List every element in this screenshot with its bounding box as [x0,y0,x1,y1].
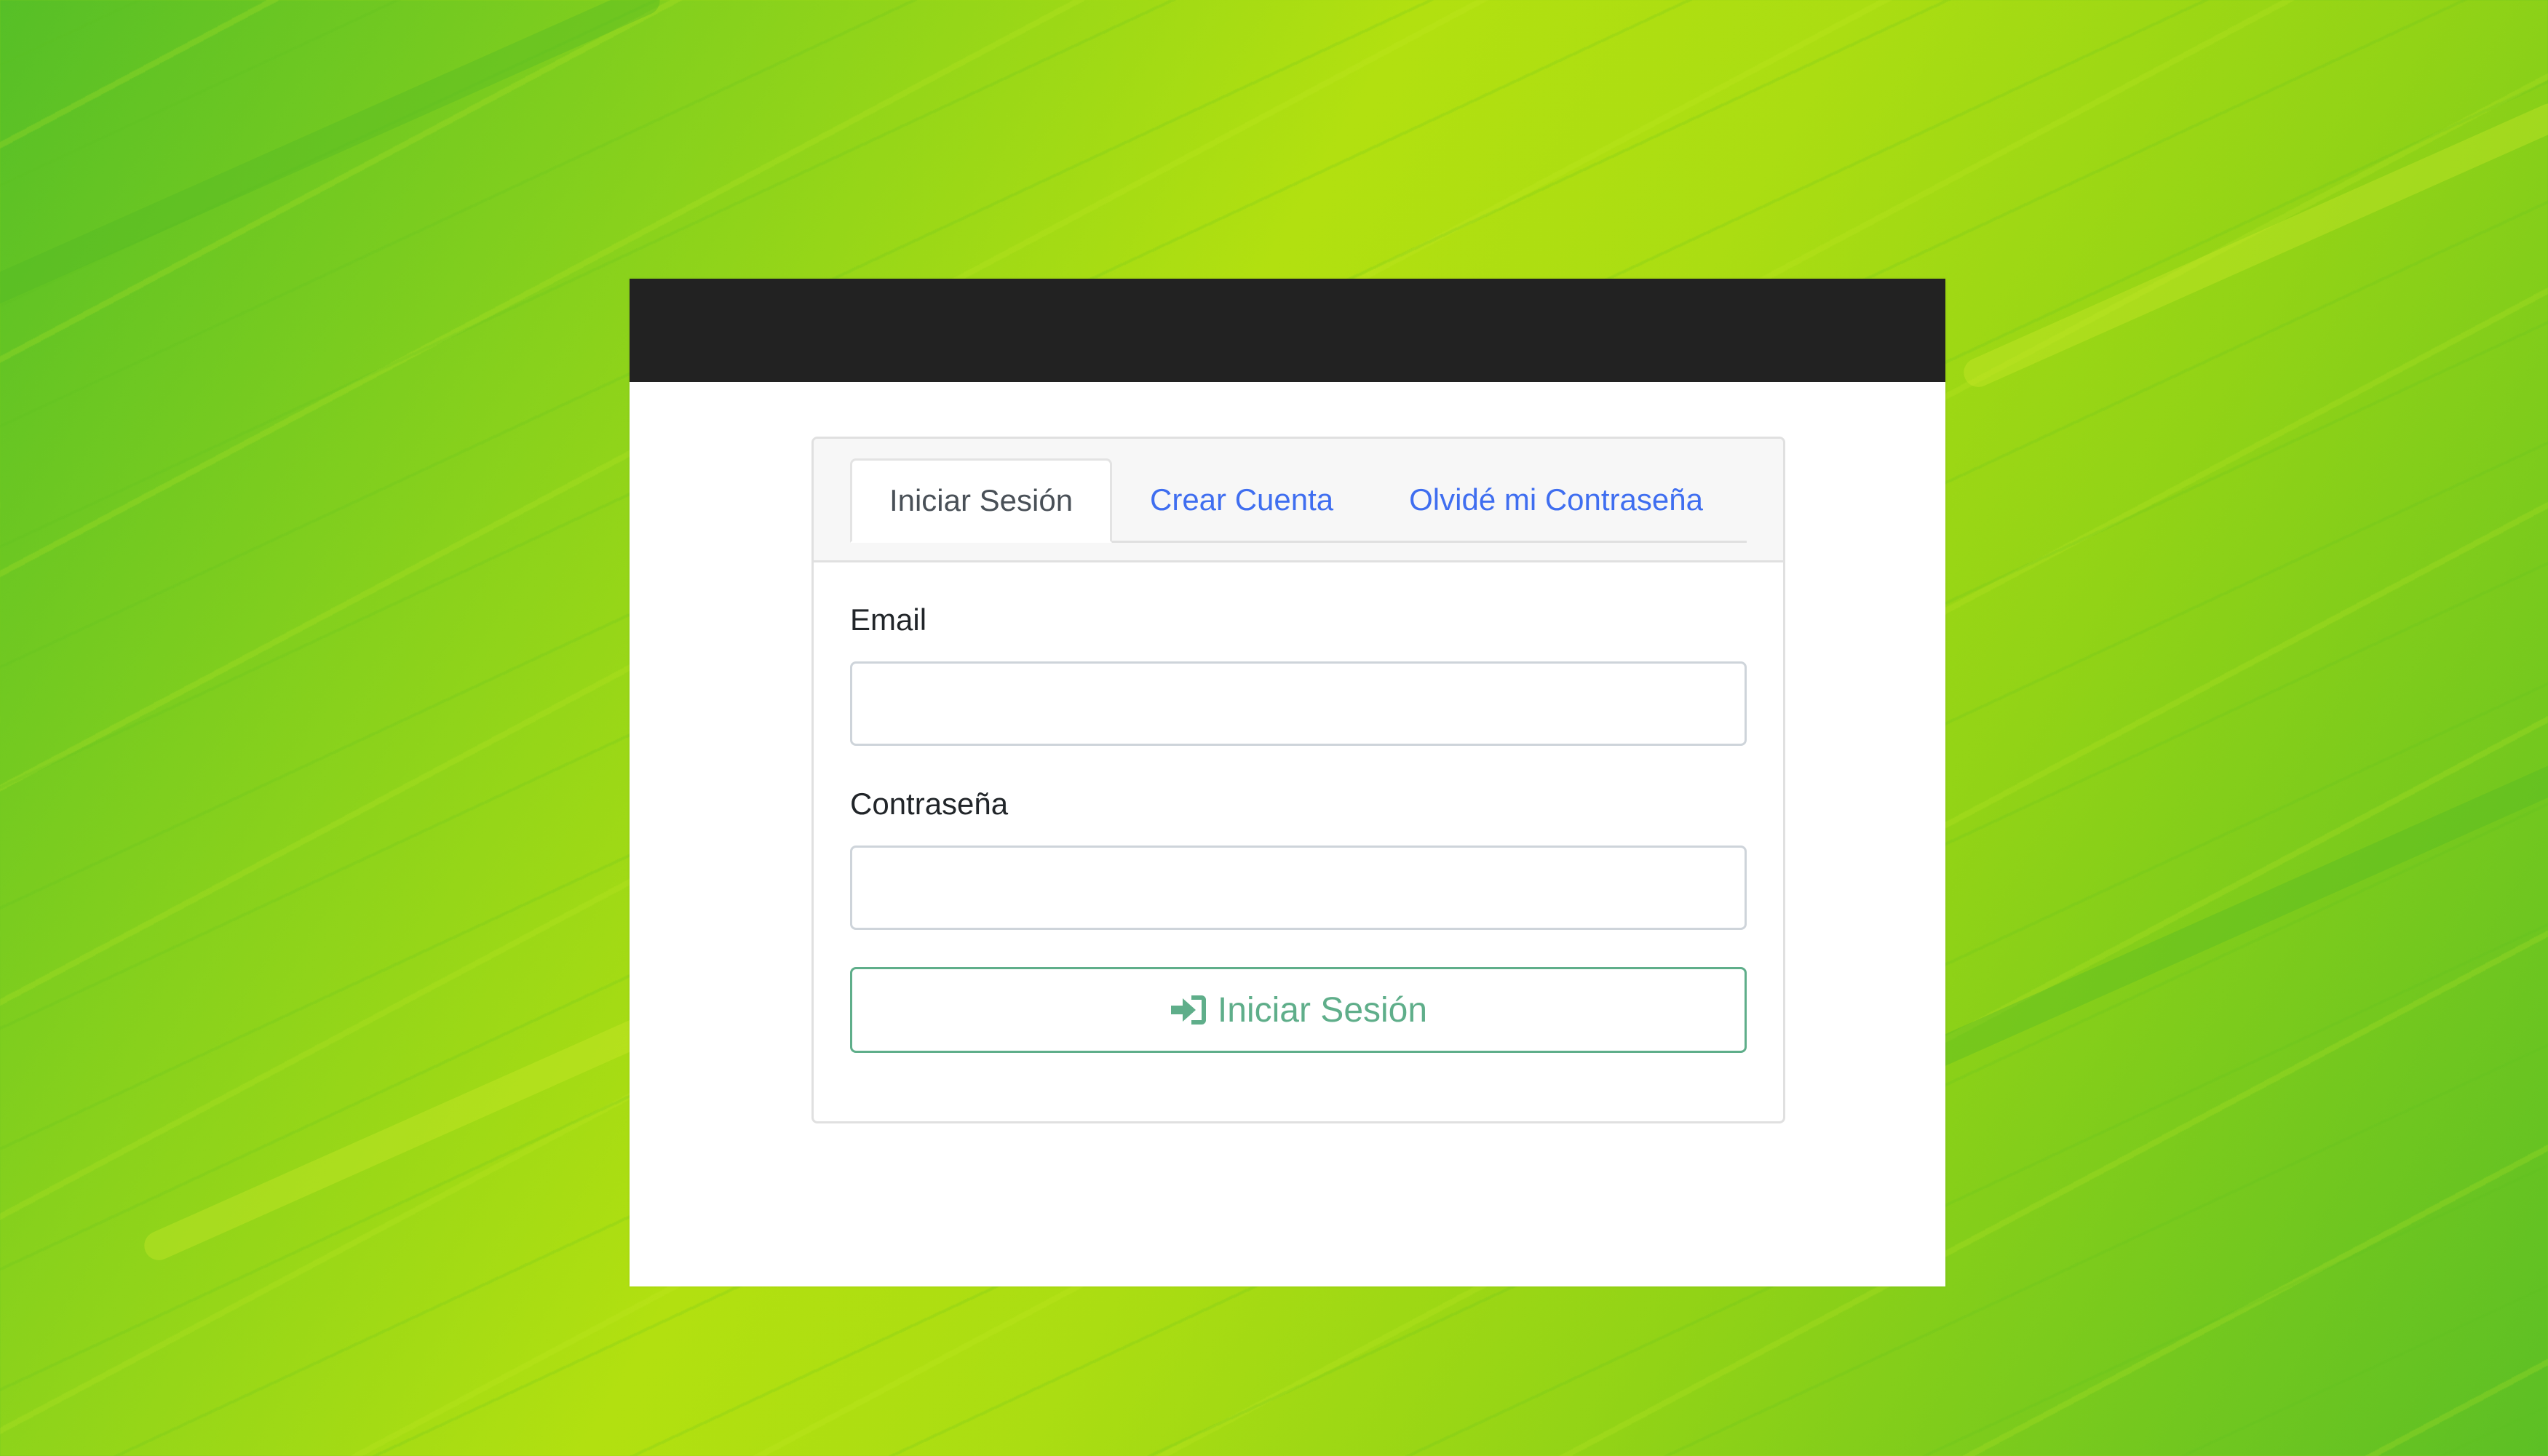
login-window: Iniciar Sesión Crear Cuenta Olvidé mi Co… [630,279,1945,1286]
card-header: Iniciar Sesión Crear Cuenta Olvidé mi Co… [814,439,1783,562]
sign-in-icon [1170,994,1207,1026]
tab-crear-cuenta[interactable]: Crear Cuenta [1112,458,1371,541]
window-header-bar [630,279,1945,382]
background-streak [0,0,665,334]
auth-card: Iniciar Sesión Crear Cuenta Olvidé mi Co… [811,437,1785,1123]
tab-olvide-contrasena[interactable]: Olvidé mi Contraseña [1371,458,1741,541]
password-label: Contraseña [850,787,1009,821]
password-input[interactable] [850,846,1747,930]
email-label: Email [850,602,927,637]
login-submit-label: Iniciar Sesión [1217,990,1428,1030]
login-submit-button[interactable]: Iniciar Sesión [850,967,1747,1053]
tab-iniciar-sesion[interactable]: Iniciar Sesión [850,458,1112,543]
background-streak [1958,98,2548,392]
auth-tabs: Iniciar Sesión Crear Cuenta Olvidé mi Co… [850,458,1747,543]
email-input[interactable] [850,661,1747,746]
